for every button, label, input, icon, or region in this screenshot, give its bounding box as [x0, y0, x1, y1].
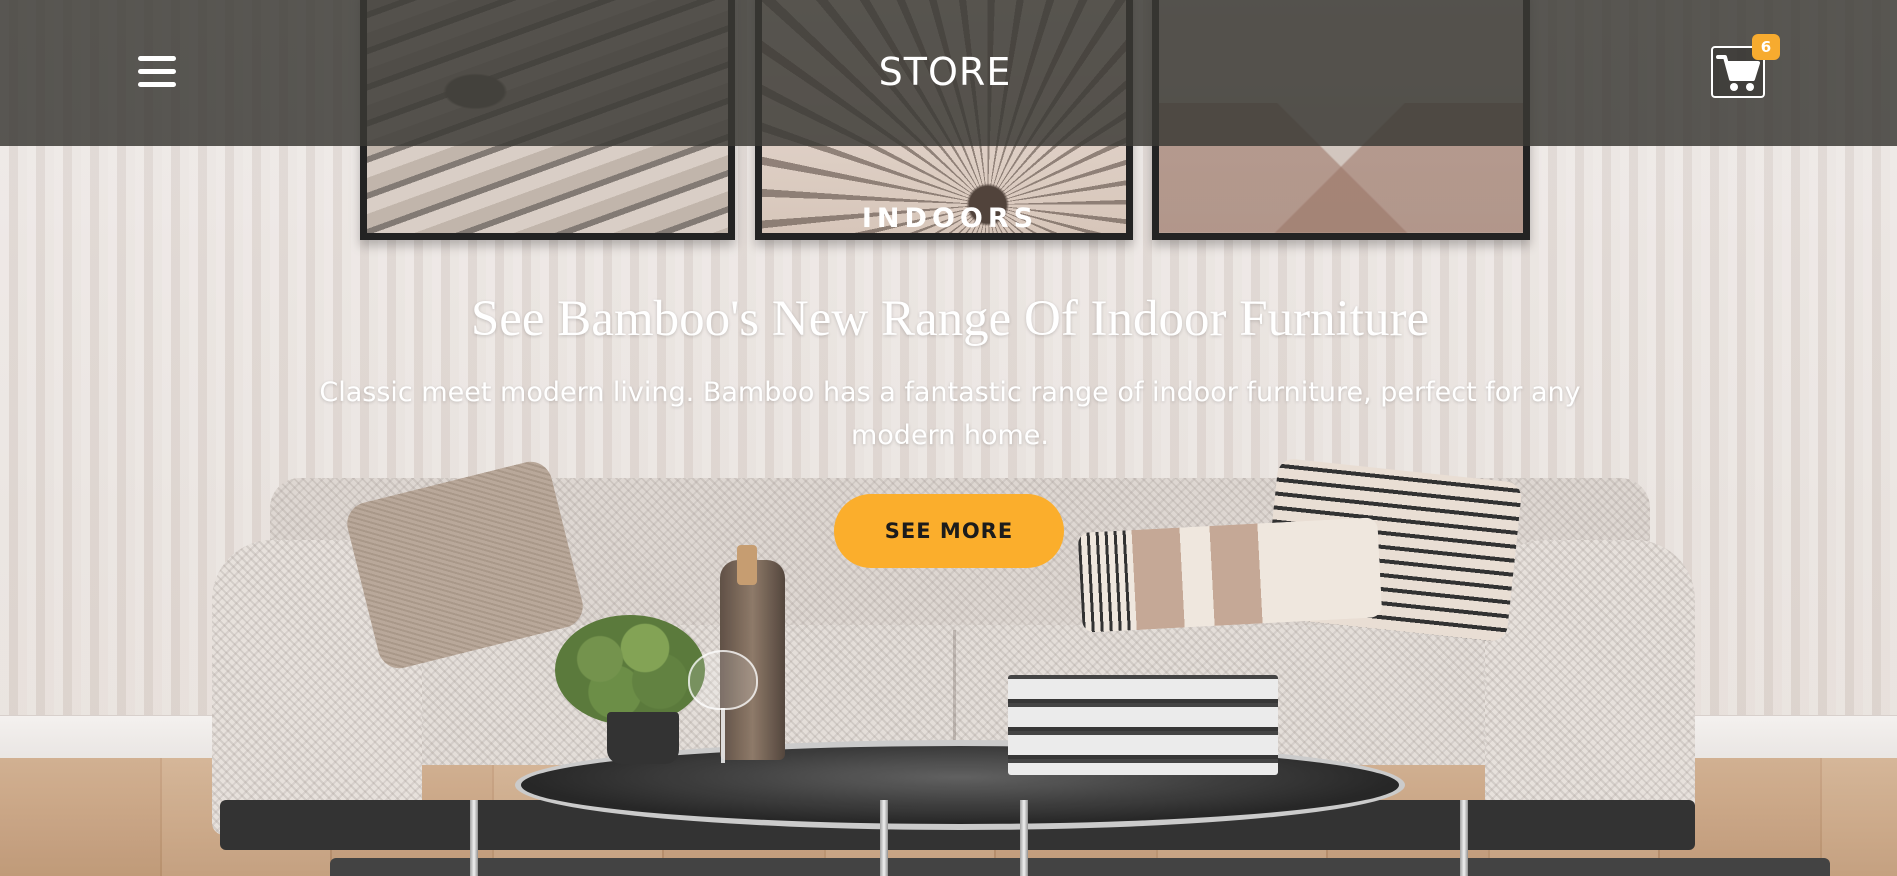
hamburger-menu-icon[interactable] [138, 56, 176, 88]
store-logo[interactable]: STORE [820, 50, 1070, 94]
menu-line [138, 56, 176, 61]
menu-line [138, 69, 176, 74]
hero-headline: See Bamboo's New Range Of Indoor Furnitu… [470, 291, 1430, 347]
cart-count-badge: 6 [1752, 34, 1780, 60]
see-more-button[interactable]: SEE MORE [834, 494, 1064, 568]
site-header: STORE 6 [0, 0, 1897, 146]
menu-line [138, 82, 176, 87]
hero-eyebrow: INDOORS [861, 203, 1039, 234]
hero-subtext: Classic meet modern living. Bamboo has a… [319, 377, 1581, 451]
